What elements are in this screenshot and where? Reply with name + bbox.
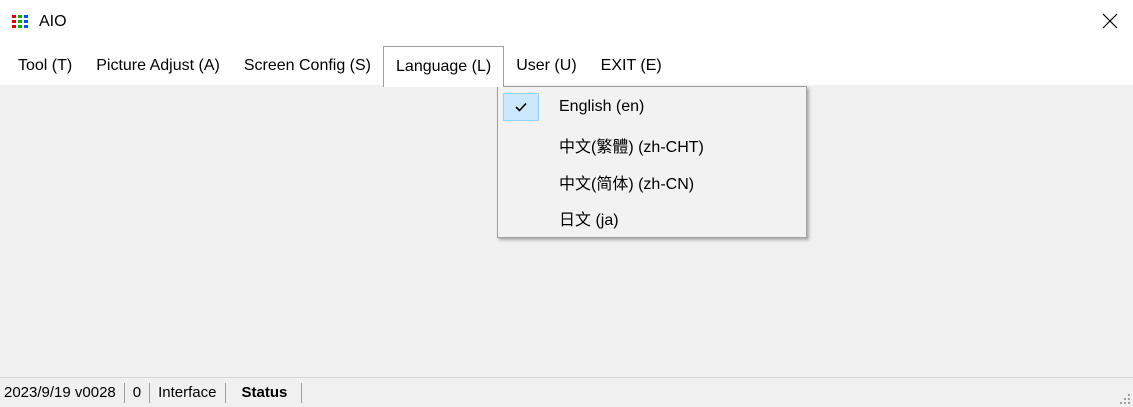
status-version: 2023/9/19 v0028 (0, 382, 125, 403)
menu-exit[interactable]: EXIT (E) (589, 46, 674, 86)
menu-item-label: 中文(简体) (zh-CN) (559, 175, 695, 193)
close-icon (1102, 13, 1118, 29)
close-button[interactable] (1087, 0, 1133, 42)
window-title: AIO (39, 13, 67, 30)
menu-bar: Tool (T) Picture Adjust (A) Screen Confi… (0, 46, 1133, 87)
resize-grip-icon[interactable] (1119, 393, 1131, 405)
menu-item-zh-cht[interactable]: 中文(繁體) (zh-CHT) (500, 127, 804, 162)
menu-picture-adjust[interactable]: Picture Adjust (A) (84, 46, 232, 86)
status-interface: Interface (150, 382, 226, 403)
menu-tool[interactable]: Tool (T) (0, 46, 84, 86)
menu-screen-config[interactable]: Screen Config (S) (232, 46, 383, 86)
menu-user[interactable]: User (U) (504, 46, 588, 86)
app-window: AIO Tool (T) Picture Adjust (A) Screen C… (0, 0, 1133, 407)
rgb-grid-icon (12, 15, 30, 29)
language-dropdown: English (en) 中文(繁體) (zh-CHT) 中文(简体) (zh-… (497, 86, 807, 238)
menu-item-label: 日文 (ja) (559, 211, 619, 229)
title-bar: AIO (0, 0, 1133, 46)
checkmark-icon (515, 102, 527, 112)
menu-item-ja[interactable]: 日文 (ja) (500, 200, 804, 235)
check-indicator (503, 93, 539, 121)
menu-language[interactable]: Language (L) (383, 46, 505, 87)
menu-item-label: English (en) (559, 97, 645, 115)
status-bar: 2023/9/19 v0028 0 Interface Status (0, 377, 1133, 407)
menu-item-zh-cn[interactable]: 中文(简体) (zh-CN) (500, 164, 804, 199)
status-text: Status (226, 382, 303, 403)
menu-item-label: 中文(繁體) (zh-CHT) (559, 138, 704, 156)
status-count: 0 (125, 382, 151, 403)
menu-item-english[interactable]: English (en) (500, 89, 804, 124)
